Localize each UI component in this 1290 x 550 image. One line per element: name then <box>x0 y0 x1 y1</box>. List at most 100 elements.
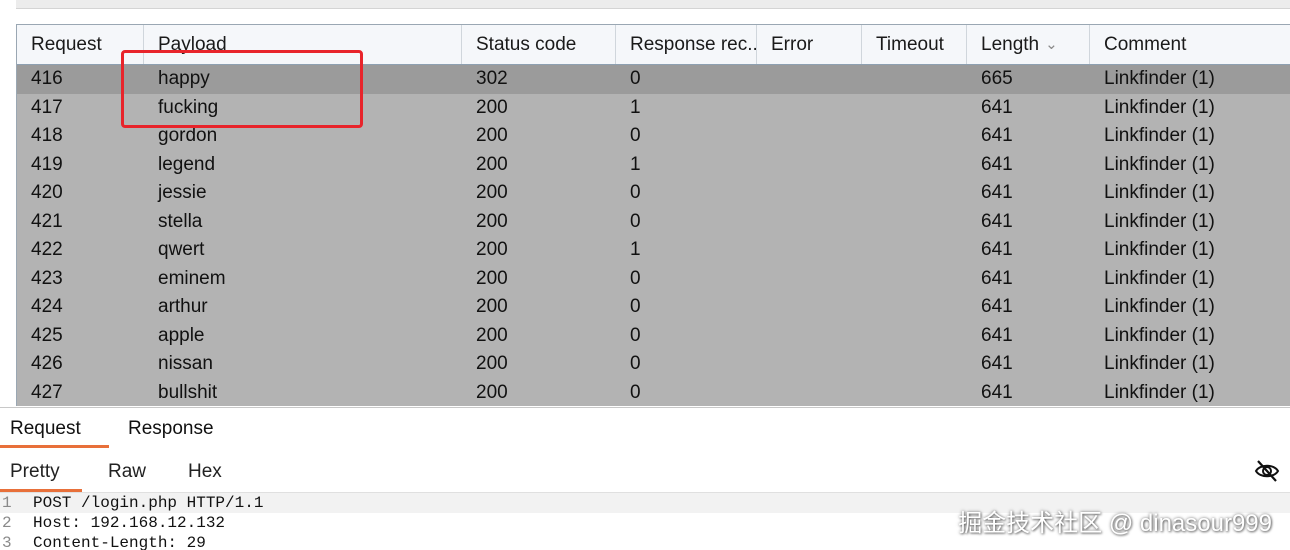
cell-request: 425 <box>31 324 63 346</box>
cell-response-received: 0 <box>630 125 641 146</box>
table-row[interactable]: 421 stella 200 0 641 Linkfinder (1) <box>17 207 1290 237</box>
cell-status-code: 200 <box>476 210 508 232</box>
column-header-status-code[interactable]: Status code <box>462 25 616 64</box>
cell-error <box>757 122 862 151</box>
cell-status-code: 200 <box>476 353 508 374</box>
cell-payload: bullshit <box>158 381 218 403</box>
table-row[interactable]: 425 apple 200 0 641 Linkfinder (1) <box>17 321 1290 351</box>
table-row[interactable]: 423 eminem 200 0 641 Linkfinder (1) <box>17 264 1290 294</box>
cell-payload: legend <box>158 153 216 175</box>
cell-response-received: 1 <box>630 153 641 175</box>
cell-timeout <box>862 236 967 265</box>
cell-length: 641 <box>981 210 1013 232</box>
cell-payload: fucking <box>158 96 219 118</box>
table-row[interactable]: 420 jessie 200 0 641 Linkfinder (1) <box>17 179 1290 208</box>
cell-status-code: 200 <box>476 381 508 403</box>
cell-comment: Linkfinder (1) <box>1104 324 1215 346</box>
cell-comment: Linkfinder (1) <box>1104 353 1215 374</box>
cell-payload: eminem <box>158 267 226 289</box>
cell-status-code: 200 <box>476 296 508 317</box>
cell-status-code: 200 <box>476 324 508 346</box>
cell-response-received: 0 <box>630 210 641 232</box>
table-row[interactable]: 422 qwert 200 1 641 Linkfinder (1) <box>17 236 1290 265</box>
cell-comment: Linkfinder (1) <box>1104 381 1215 403</box>
cell-comment: Linkfinder (1) <box>1104 239 1215 260</box>
cell-request: 423 <box>31 267 63 289</box>
cell-timeout <box>862 179 967 208</box>
cell-request: 416 <box>31 68 63 89</box>
column-header-comment[interactable]: Comment <box>1090 25 1290 64</box>
cell-payload: stella <box>158 210 203 232</box>
cell-error <box>757 350 862 379</box>
tab-pretty[interactable]: Pretty <box>0 448 82 492</box>
cell-comment: Linkfinder (1) <box>1104 96 1215 118</box>
line-number: 3 <box>2 534 12 550</box>
cell-length: 641 <box>981 153 1013 175</box>
column-header-payload[interactable]: Payload <box>144 25 462 64</box>
cell-length: 641 <box>981 125 1013 146</box>
table-row[interactable]: 426 nissan 200 0 641 Linkfinder (1) <box>17 350 1290 379</box>
cell-payload: apple <box>158 324 205 346</box>
column-header-error[interactable]: Error <box>757 25 862 64</box>
cell-status-code: 200 <box>476 239 508 260</box>
cell-comment: Linkfinder (1) <box>1104 68 1215 89</box>
cell-timeout <box>862 350 967 379</box>
cell-timeout <box>862 94 967 123</box>
table-row[interactable]: 427 bullshit 200 0 641 Linkfinder (1) <box>17 378 1290 407</box>
tab-hex[interactable]: Hex <box>188 448 222 492</box>
column-header-timeout[interactable]: Timeout <box>862 25 967 64</box>
cell-length: 641 <box>981 324 1013 346</box>
column-header-request[interactable]: Request <box>17 25 144 64</box>
cell-status-code: 200 <box>476 125 508 146</box>
cell-comment: Linkfinder (1) <box>1104 182 1215 203</box>
cell-timeout <box>862 265 967 294</box>
line-number: 2 <box>2 514 12 532</box>
tab-request[interactable]: Request <box>0 408 109 448</box>
table-row[interactable]: 416 happy 302 0 665 Linkfinder (1) <box>17 65 1290 94</box>
cell-request: 421 <box>31 210 63 232</box>
cell-response-received: 1 <box>630 96 641 118</box>
column-header-length[interactable]: Length ⌄ <box>967 25 1090 64</box>
cell-payload: nissan <box>158 353 213 374</box>
tab-raw[interactable]: Raw <box>108 448 146 492</box>
column-header-response-received[interactable]: Response rec... <box>616 25 757 64</box>
table-header: Request Payload Status code Response rec… <box>17 25 1290 65</box>
cell-length: 641 <box>981 96 1013 118</box>
cell-request: 422 <box>31 239 63 260</box>
line-text: Host: 192.168.12.132 <box>33 514 226 532</box>
filter-bar[interactable] <box>16 0 1290 9</box>
cell-request: 427 <box>31 381 63 403</box>
cell-response-received: 0 <box>630 353 641 374</box>
cell-response-received: 0 <box>630 381 641 403</box>
table-row[interactable]: 417 fucking 200 1 641 Linkfinder (1) <box>17 93 1290 123</box>
toolbar-strip <box>0 0 1290 22</box>
cell-status-code: 200 <box>476 267 508 289</box>
cell-payload: gordon <box>158 125 218 146</box>
cell-length: 641 <box>981 296 1013 317</box>
eye-slash-icon[interactable] <box>1254 459 1280 483</box>
table-row[interactable]: 419 legend 200 1 641 Linkfinder (1) <box>17 150 1290 180</box>
cell-payload: jessie <box>158 182 207 203</box>
tab-response[interactable]: Response <box>128 408 214 448</box>
cell-error <box>757 208 862 237</box>
cell-error <box>757 65 862 94</box>
results-table[interactable]: Request Payload Status code Response rec… <box>16 24 1290 406</box>
chevron-down-icon[interactable]: ⌄ <box>1045 25 1058 64</box>
column-header-length-label: Length <box>981 34 1040 55</box>
cell-response-received: 0 <box>630 267 641 289</box>
cell-timeout <box>862 151 967 180</box>
cell-response-received: 0 <box>630 324 641 346</box>
table-row[interactable]: 418 gordon 200 0 641 Linkfinder (1) <box>17 122 1290 151</box>
cell-length: 641 <box>981 381 1013 403</box>
cell-error <box>757 322 862 351</box>
cell-error <box>757 179 862 208</box>
cell-length: 641 <box>981 239 1013 260</box>
watermark: 掘金技术社区 @ dinasour999 <box>958 510 1272 537</box>
cell-status-code: 200 <box>476 96 508 118</box>
cell-response-received: 1 <box>630 239 641 260</box>
cell-timeout <box>862 379 967 407</box>
cell-error <box>757 236 862 265</box>
line-text: Content-Length: 29 <box>33 534 206 550</box>
cell-comment: Linkfinder (1) <box>1104 296 1215 317</box>
table-row[interactable]: 424 arthur 200 0 641 Linkfinder (1) <box>17 293 1290 322</box>
